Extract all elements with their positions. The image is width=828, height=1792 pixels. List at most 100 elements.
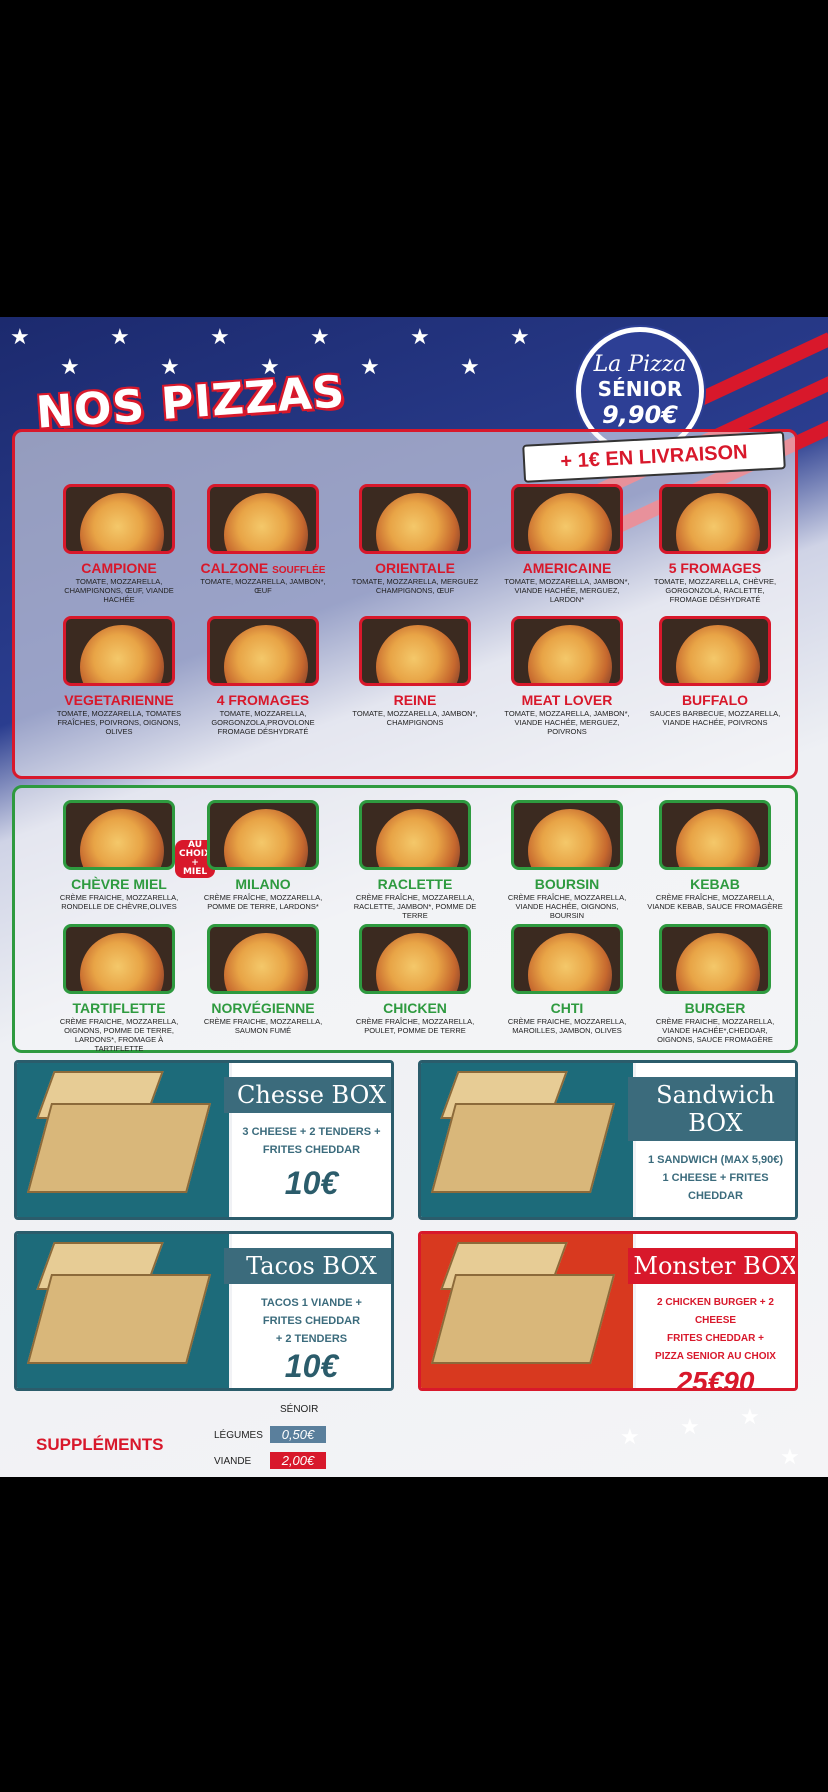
pizza-item[interactable]: MEAT LOVER TOMATE, MOZZARELLA, JAMBON*, … — [499, 616, 635, 736]
pizza-item[interactable]: BUFFALO SAUCES BARBECUE, MOZZARELLA, VIA… — [647, 616, 783, 727]
pizza-description: CRÈME FRAÎCHE, MOZZARELLA, POULET, POMME… — [355, 1017, 475, 1035]
pizza-image — [207, 800, 319, 870]
tacos-box-card[interactable]: Tacos BOX TACOS 1 VIANDE + FRITES CHEDDA… — [14, 1231, 394, 1391]
pizza-item[interactable]: BURGER CRÈME FRAICHE, MOZZARELLA, VIANDE… — [647, 924, 783, 1044]
pizza-item[interactable]: CHICKEN CRÈME FRAÎCHE, MOZZARELLA, POULE… — [347, 924, 483, 1035]
box-desc-line: PIZZA SENIOR AU CHOIX — [655, 1351, 776, 1362]
box-info: Chesse BOX 3 CHEESE + 2 TENDERS + FRITES… — [224, 1063, 391, 1217]
pizza-image — [659, 800, 771, 870]
pizza-item[interactable]: 5 FROMAGES TOMATE, MOZZARELLA, CHÈVRE, G… — [647, 484, 783, 604]
pizza-item[interactable]: MILANO CRÈME FRAÎCHE, MOZZARELLA, POMME … — [195, 800, 331, 911]
pizza-description: CRÈME FRAICHE, MOZZARELLA, MAROILLES, JA… — [507, 1017, 627, 1035]
pizza-item[interactable]: 4 FROMAGES TOMATE, MOZZARELLA, GORGONZOL… — [195, 616, 331, 736]
supplement-row-viande: VIANDE 2,00€ — [214, 1452, 326, 1469]
pizza-name: BOURSIN — [534, 876, 600, 892]
box-name: Monster BOX — [628, 1248, 795, 1284]
pizza-name: RACLETTE — [377, 876, 453, 892]
box-description: TACOS 1 VIANDE + FRITES CHEDDAR + 2 TEND… — [232, 1294, 391, 1348]
pizza-description: CRÈME FRAÎCHE, MOZZARELLA, RACLETTE, JAM… — [353, 893, 477, 920]
pizza-image — [63, 484, 175, 554]
box-price: 10€ — [284, 1348, 339, 1384]
box-price: 25€90 — [676, 1366, 755, 1391]
pizza-item[interactable]: CHTI CRÈME FRAICHE, MOZZARELLA, MAROILLE… — [499, 924, 635, 1035]
pizza-name: CALZONE SOUFFLÉE — [195, 560, 331, 576]
box-description: 3 CHEESE + 2 TENDERS + FRITES CHEDDAR — [232, 1123, 391, 1159]
pizza-item[interactable]: RACLETTE CRÈME FRAÎCHE, MOZZARELLA, RACL… — [347, 800, 483, 920]
pizza-name-main: CALZONE — [200, 560, 269, 576]
page-title: NOS PIZZAS — [34, 366, 347, 439]
supplement-row-legumes: LÉGUMES 0,50€ — [214, 1426, 326, 1443]
pizza-description: CRÈME FRAICHE, MOZZARELLA, OIGNONS, POMM… — [59, 1017, 179, 1053]
box-tray — [430, 1103, 616, 1193]
monster-box-card[interactable]: Monster BOX 2 CHICKEN BURGER + 2 CHEESE … — [418, 1231, 798, 1391]
box-price: 10€ — [636, 1211, 795, 1217]
box-info: Sandwich BOX 1 SANDWICH (MAX 5,90€) 1 CH… — [628, 1063, 795, 1217]
box-tray — [430, 1274, 616, 1364]
box-desc-line: 2 CHICKEN BURGER + 2 CHEESE — [657, 1297, 774, 1326]
badge-price: 9,90€ — [602, 401, 678, 429]
box-name: Sandwich BOX — [628, 1077, 795, 1141]
pizza-item[interactable]: NORVÉGIENNE CRÈME FRAICHE, MOZZARELLA, S… — [195, 924, 331, 1035]
pizza-item[interactable]: AU CHOIX + MIEL CHÈVRE MIEL CRÈME FRAICH… — [51, 800, 216, 911]
badge-line2: SÉNIOR — [597, 377, 683, 401]
star-icon: ★ — [620, 1425, 640, 1450]
pizza-description: TOMATE, MOZZARELLA, TOMATES FRAÎCHES, PO… — [56, 709, 182, 736]
pizza-description: CRÈME FRAICHE, MOZZARELLA, SAUMON FUMÉ — [203, 1017, 323, 1035]
pizza-image — [63, 924, 175, 994]
pizza-description: TOMATE, MOZZARELLA, JAMBON*, VIANDE HACH… — [504, 577, 630, 604]
pizza-image — [359, 800, 471, 870]
pizza-name: BUFFALO — [681, 692, 749, 708]
pizza-name: REINE — [393, 692, 437, 708]
pizza-item[interactable]: ORIENTALE TOMATE, MOZZARELLA, MERGUEZ CH… — [347, 484, 483, 595]
pizza-name: VEGETARIENNE — [64, 692, 174, 708]
box-info: Monster BOX 2 CHICKEN BURGER + 2 CHEESE … — [628, 1234, 795, 1391]
box-photo — [421, 1063, 633, 1217]
star-icon: ★ — [510, 325, 530, 350]
pizza-name: CHÈVRE MIEL — [71, 876, 167, 892]
pizza-description: TOMATE, MOZZARELLA, CHÈVRE, GORGONZOLA, … — [653, 577, 777, 604]
pizza-image — [359, 484, 471, 554]
pizza-image — [511, 924, 623, 994]
star-icon: ★ — [310, 325, 330, 350]
pizza-description: CRÈME FRAÎCHE, MOZZARELLA, POMME DE TERR… — [203, 893, 323, 911]
box-desc-line: 1 CHEESE + FRITES CHEDDAR — [662, 1172, 769, 1202]
box-tray — [26, 1274, 212, 1364]
box-desc-line: 1 SANDWICH (MAX 5,90€) — [647, 1154, 784, 1166]
pizza-name: NORVÉGIENNE — [211, 1000, 315, 1016]
box-price: 10€ — [284, 1165, 339, 1201]
pizza-item[interactable]: KEBAB CRÈME FRAÎCHE, MOZZARELLA, VIANDE … — [647, 800, 783, 911]
box-photo — [17, 1063, 229, 1217]
box-desc-line: TACOS 1 VIANDE + — [261, 1297, 362, 1309]
pizza-item[interactable]: CAMPIONE TOMATE, MOZZARELLA, CHAMPIGNONS… — [51, 484, 187, 604]
box-desc-line: FRITES CHEDDAR + — [667, 1333, 764, 1344]
pizza-item[interactable]: TARTIFLETTE CRÈME FRAICHE, MOZZARELLA, O… — [51, 924, 187, 1053]
supplements-column-header: SÉNOIR — [280, 1404, 319, 1415]
pizza-description: TOMATE, MOZZARELLA, JAMBON*, ŒUF — [200, 577, 326, 595]
pizza-name: CAMPIONE — [81, 560, 157, 576]
pizza-item[interactable]: REINE TOMATE, MOZZARELLA, JAMBON*, CHAMP… — [347, 616, 483, 727]
pizza-item[interactable]: CALZONE SOUFFLÉE TOMATE, MOZZARELLA, JAM… — [195, 484, 331, 595]
pizza-item[interactable]: AMERICAINE TOMATE, MOZZARELLA, JAMBON*, … — [499, 484, 635, 604]
star-icon: ★ — [680, 1415, 700, 1440]
supplement-label: LÉGUMES — [214, 1430, 263, 1441]
pizza-description: TOMATE, MOZZARELLA, GORGONZOLA,PROVOLONE… — [211, 709, 315, 736]
pizza-description: SAUCES BARBECUE, MOZZARELLA, VIANDE HACH… — [649, 709, 781, 727]
box-photo — [17, 1234, 229, 1388]
box-name: Chesse BOX — [224, 1077, 391, 1113]
pizza-image — [659, 924, 771, 994]
pizza-image — [511, 616, 623, 686]
pizza-item[interactable]: BOURSIN CRÈME FRAÎCHE, MOZZARELLA, VIAND… — [499, 800, 635, 920]
box-name: Tacos BOX — [224, 1248, 391, 1284]
pizza-description: CRÈME FRAICHE, MOZZARELLA, VIANDE HACHÉE… — [655, 1017, 775, 1044]
box-desc-line: FRITES CHEDDAR — [262, 1315, 361, 1327]
cheese-box-card[interactable]: Chesse BOX 3 CHEESE + 2 TENDERS + FRITES… — [14, 1060, 394, 1220]
sandwich-box-card[interactable]: Sandwich BOX 1 SANDWICH (MAX 5,90€) 1 CH… — [418, 1060, 798, 1220]
pizza-description: CRÈME FRAICHE, MOZZARELLA, RONDELLE DE C… — [59, 893, 179, 911]
star-icon: ★ — [780, 1445, 800, 1470]
star-icon: ★ — [60, 355, 80, 380]
pizza-image — [207, 924, 319, 994]
pizza-item[interactable]: VEGETARIENNE TOMATE, MOZZARELLA, TOMATES… — [51, 616, 187, 736]
pizza-name: CHTI — [550, 1000, 584, 1016]
pizza-name: CHICKEN — [383, 1000, 447, 1016]
pizza-name: MEAT LOVER — [521, 692, 613, 708]
